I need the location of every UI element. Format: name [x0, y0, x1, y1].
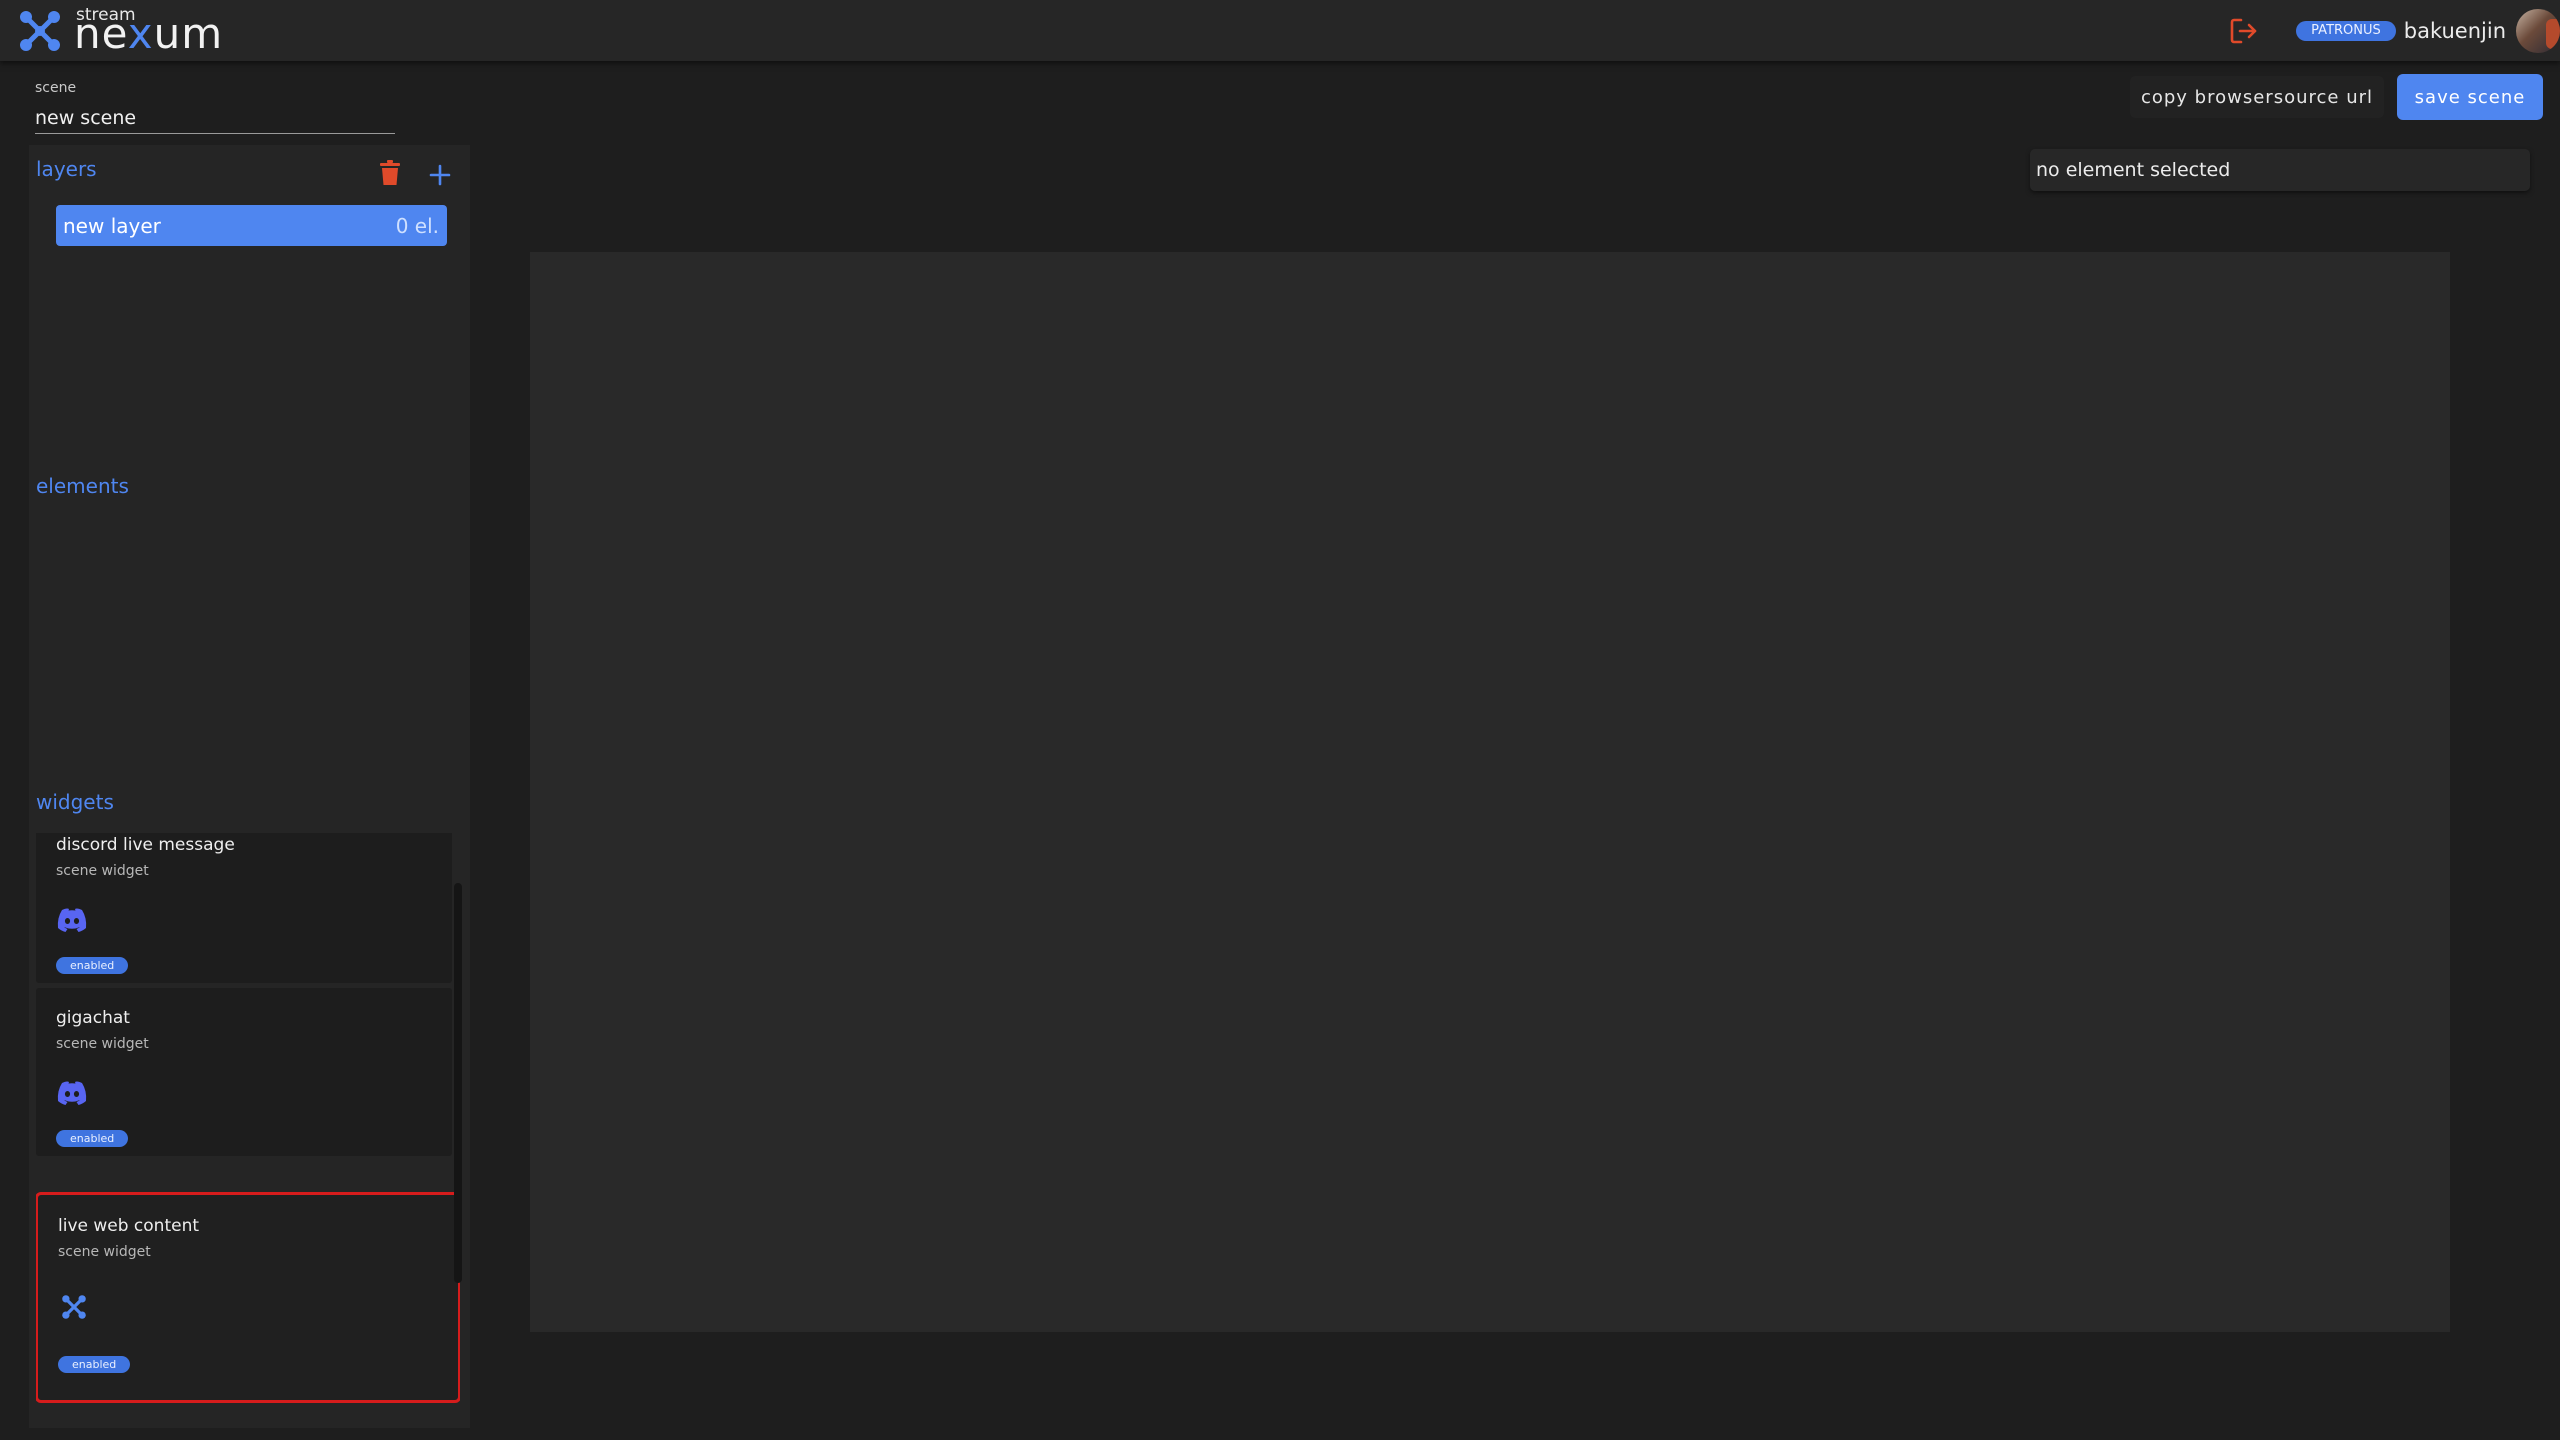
layers-header: layers	[36, 157, 97, 181]
widget-card[interactable]: discord live message scene widget enable…	[36, 833, 452, 983]
layer-name: new layer	[63, 213, 161, 238]
logo-big-text: nexum	[74, 9, 224, 58]
username[interactable]: bakuenjin	[2404, 19, 2506, 43]
logout-icon[interactable]	[2228, 15, 2260, 47]
avatar[interactable]	[2516, 9, 2560, 53]
elements-header: elements	[36, 474, 129, 498]
widget-subtitle: scene widget	[56, 1036, 149, 1052]
widgets-list[interactable]: discord live message scene widget enable…	[36, 833, 460, 1428]
user-area: PATRONUS bakuenjin	[2228, 6, 2560, 56]
widget-subtitle: scene widget	[58, 1244, 151, 1260]
add-layer-icon[interactable]	[428, 163, 452, 187]
nexum-logo-icon	[20, 11, 60, 51]
widget-title: gigachat	[56, 1008, 130, 1028]
discord-icon	[57, 908, 87, 932]
widgets-header: widgets	[36, 790, 114, 814]
layer-element-count: 0 el.	[395, 213, 439, 238]
patron-badge: PATRONUS	[2296, 21, 2396, 41]
layer-item[interactable]: new layer 0 el.	[56, 205, 447, 246]
widget-card-selected[interactable]: live web content scene widget enabled	[36, 1192, 460, 1403]
widget-subtitle: scene widget	[56, 863, 149, 879]
trash-icon[interactable]	[379, 160, 401, 186]
status-badge: enabled	[58, 1356, 131, 1373]
widget-title: discord live message	[56, 835, 235, 855]
scene-name-input[interactable]	[35, 102, 395, 134]
copy-browsersource-url-button[interactable]: copy browsersource url	[2130, 76, 2384, 118]
scene-name-field: scene	[35, 80, 395, 136]
status-badge: enabled	[56, 957, 129, 974]
save-scene-button[interactable]: save scene	[2397, 74, 2543, 120]
app-logo[interactable]: stream nexum	[18, 5, 222, 57]
scene-label: scene	[35, 80, 77, 96]
discord-icon	[57, 1081, 87, 1105]
left-panel: layers new layer 0 el. elements widgets …	[29, 145, 470, 1428]
top-bar: stream nexum PATRONUS bakuenjin	[0, 0, 2560, 61]
scene-canvas[interactable]	[530, 252, 2450, 1332]
widgets-scrollbar[interactable]	[454, 883, 462, 1283]
selection-status-text: no element selected	[2036, 159, 2231, 181]
status-badge: enabled	[56, 1130, 129, 1147]
widget-title: live web content	[58, 1216, 200, 1236]
selection-panel: no element selected	[2030, 149, 2530, 191]
widget-card[interactable]: gigachat scene widget enabled	[36, 988, 452, 1156]
nexum-icon	[62, 1295, 86, 1319]
